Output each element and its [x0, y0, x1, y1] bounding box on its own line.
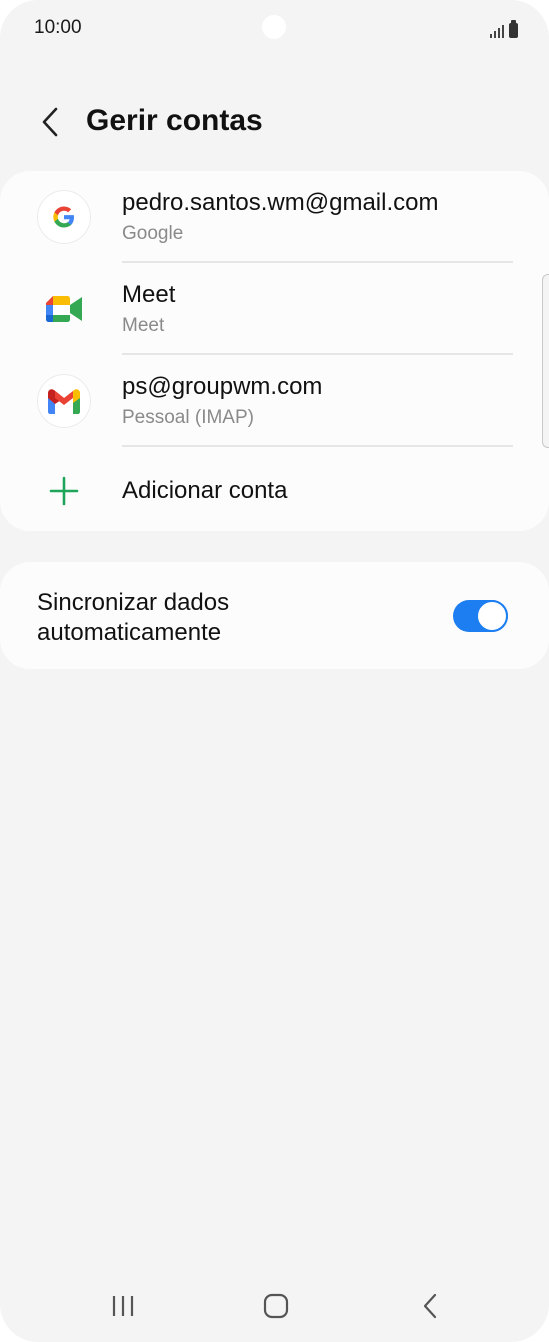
auto-sync-toggle[interactable]: [453, 600, 508, 632]
sync-card[interactable]: Sincronizar dados automaticamente: [0, 562, 549, 669]
google-meet-icon: [38, 283, 90, 335]
home-icon: [263, 1293, 289, 1319]
navigation-bar: [0, 1272, 549, 1342]
status-time: 10:00: [34, 17, 82, 38]
chevron-left-icon: [42, 107, 58, 137]
add-account-row[interactable]: Adicionar conta: [0, 447, 549, 531]
home-button[interactable]: [254, 1286, 298, 1326]
gmail-icon: [38, 375, 90, 427]
sync-label: Sincronizar dados automaticamente: [37, 588, 229, 648]
account-row-imap[interactable]: ps@groupwm.com Pessoal (IMAP): [0, 355, 549, 447]
accounts-card: pedro.santos.wm@gmail.com Google Meet Me…: [0, 171, 549, 531]
recent-apps-icon: [112, 1296, 134, 1316]
status-icons: [490, 20, 518, 38]
account-title: ps@groupwm.com: [122, 373, 323, 400]
battery-icon: [509, 20, 518, 38]
add-account-label: Adicionar conta: [122, 477, 288, 504]
account-row-google[interactable]: pedro.santos.wm@gmail.com Google: [0, 171, 549, 263]
account-title: pedro.santos.wm@gmail.com: [122, 189, 439, 216]
sync-label-line-1: Sincronizar dados: [37, 589, 230, 616]
account-title: Meet: [122, 281, 176, 308]
front-camera: [262, 15, 286, 39]
screen: 10:00 Gerir contas pedro.santos.wm@gmail…: [0, 0, 549, 1342]
sync-label-line-2: automaticamente: [37, 619, 222, 646]
google-icon: [38, 191, 90, 243]
back-icon: [423, 1293, 437, 1319]
back-button[interactable]: [30, 102, 70, 142]
account-row-meet[interactable]: Meet Meet: [0, 263, 549, 355]
signal-icon: [490, 24, 504, 38]
account-type: Google: [122, 223, 184, 244]
plus-icon: [38, 465, 90, 517]
toggle-knob: [476, 600, 508, 632]
system-back-button[interactable]: [408, 1286, 452, 1326]
page-title: Gerir contas: [86, 104, 263, 137]
account-type: Meet: [122, 315, 165, 336]
account-type: Pessoal (IMAP): [122, 407, 254, 428]
scrollbar[interactable]: [542, 274, 549, 448]
recent-apps-button[interactable]: [101, 1286, 145, 1326]
